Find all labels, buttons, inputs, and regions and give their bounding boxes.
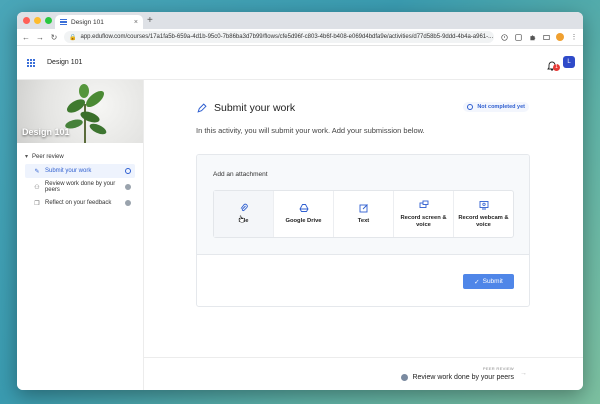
chevron-down-icon: ▾ [25, 154, 29, 160]
tab-close-icon[interactable]: × [134, 19, 138, 26]
course-title: Design 101 [47, 59, 83, 66]
browser-tab[interactable]: Design 101 × [55, 15, 143, 29]
course-hero-image: Design 101 [17, 80, 143, 143]
activity-description: In this activity, you will submit your w… [196, 126, 425, 135]
notification-bell-icon[interactable]: 1 [547, 58, 560, 71]
address-bar: ← → ↻ 🔒 app.eduflow.com/courses/17a1fa5b… [17, 29, 583, 46]
activity-content: Submit your work Not completed yet In th… [144, 80, 583, 390]
next-activity-label: Review work done by your peers [412, 374, 514, 381]
next-activity-link[interactable]: Review work done by your peers [401, 374, 514, 381]
app-header: Design 101 1 L [17, 46, 583, 80]
submission-actions: ✓ Submit [197, 255, 529, 306]
edit-icon [359, 204, 368, 213]
peer-review-icon [401, 374, 409, 381]
window-controls [23, 17, 52, 24]
incomplete-status-icon [125, 168, 131, 174]
chat-icon: ❐ [34, 200, 40, 207]
extension-icon[interactable] [500, 33, 508, 41]
forward-button[interactable]: → [36, 33, 44, 42]
profile-avatar[interactable] [556, 33, 564, 41]
status-text: Not completed yet [477, 104, 525, 110]
browser-menu-button[interactable]: ⋮ [570, 33, 578, 41]
minimize-window-button[interactable] [34, 17, 41, 24]
new-tab-button[interactable]: + [147, 15, 153, 26]
sidebar-item-submit-your-work[interactable]: ✎ Submit your work [25, 164, 135, 178]
browser-window: Design 101 × + ← → ↻ 🔒 app.eduflow.com/c… [17, 12, 583, 390]
peer-review-section: ▾ Peer review ✎ Submit your work ⚇ Revie… [17, 143, 143, 210]
next-activity-bar: PEER REVIEW Review work done by your pee… [144, 357, 583, 390]
url-text: app.eduflow.com/courses/17a1fa5b-659a-4d… [80, 34, 494, 40]
google-drive-option-button[interactable]: Google Drive [274, 191, 334, 237]
locked-status-icon [125, 184, 131, 190]
sidebar-item-label: Review work done by your peers [44, 181, 116, 193]
status-badge: Not completed yet [463, 102, 529, 112]
url-input[interactable]: 🔒 app.eduflow.com/courses/17a1fa5b-659a-… [64, 31, 494, 43]
puzzle-icon[interactable] [528, 33, 536, 41]
back-button[interactable]: ← [22, 33, 30, 42]
hand-cursor-icon [238, 215, 245, 223]
sidebar-item-label: Submit your work [45, 168, 92, 174]
tab-strip: Design 101 × + [17, 12, 583, 29]
paperclip-icon [240, 204, 248, 212]
reading-list-icon[interactable] [542, 33, 550, 41]
apps-grid-icon[interactable] [27, 58, 35, 67]
option-label: Google Drive [285, 218, 322, 225]
extension-box-icon[interactable] [514, 33, 522, 41]
locked-status-icon [125, 200, 131, 206]
option-label: Record webcam & voice [458, 215, 509, 228]
check-icon: ✓ [474, 278, 480, 286]
bookmark-star-icon[interactable]: ☆ [493, 34, 494, 41]
option-label: Record screen & voice [400, 215, 447, 228]
submit-label: Submit [482, 278, 503, 285]
people-icon: ⚇ [34, 184, 40, 191]
record-screen-option-button[interactable]: Record screen & voice [394, 191, 454, 237]
attachment-options: File Google Drive Text [213, 190, 514, 238]
notification-badge: 1 [553, 64, 560, 71]
lock-icon: 🔒 [69, 34, 77, 41]
activity-header: Submit your work [196, 102, 295, 114]
user-avatar[interactable]: L [563, 56, 575, 68]
next-section-label: PEER REVIEW [482, 366, 514, 371]
pencil-icon: ✎ [34, 168, 40, 175]
section-header[interactable]: ▾ Peer review [25, 153, 135, 161]
close-window-button[interactable] [23, 17, 30, 24]
main-area: Design 101 ▾ Peer review ✎ Submit your w… [17, 80, 583, 390]
file-option-button[interactable]: File [214, 191, 274, 237]
sidebar-item-review-work[interactable]: ⚇ Review work done by your peers [25, 180, 135, 194]
hero-title: Design 101 [22, 127, 70, 137]
record-webcam-option-button[interactable]: Record webcam & voice [454, 191, 513, 237]
status-circle-icon [467, 104, 474, 110]
maximize-window-button[interactable] [45, 17, 52, 24]
submit-button[interactable]: ✓ Submit [463, 274, 514, 289]
sidebar-item-reflect-feedback[interactable]: ❐ Reflect on your feedback [25, 196, 135, 210]
section-label: Peer review [32, 153, 64, 160]
sidebar: Design 101 ▾ Peer review ✎ Submit your w… [17, 80, 144, 390]
menu-favicon-icon [60, 19, 67, 25]
submission-card: Add an attachment File Google Drive [196, 154, 530, 307]
reload-button[interactable]: ↻ [50, 33, 58, 42]
sidebar-item-label: Reflect on your feedback [45, 200, 112, 206]
screen-record-icon [419, 200, 428, 208]
webcam-icon [479, 201, 488, 210]
page-title: Submit your work [214, 102, 296, 114]
attachment-area: Add an attachment File Google Drive [197, 155, 529, 255]
option-label: Text [357, 218, 370, 225]
attachment-label: Add an attachment [213, 171, 268, 178]
drive-icon [298, 204, 309, 213]
tab-title: Design 101 [71, 18, 104, 26]
text-option-button[interactable]: Text [334, 191, 394, 237]
arrow-right-icon[interactable]: → [520, 370, 527, 377]
pencil-icon [197, 102, 207, 113]
